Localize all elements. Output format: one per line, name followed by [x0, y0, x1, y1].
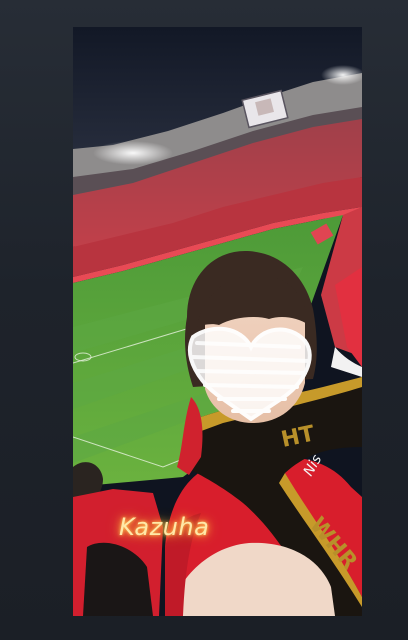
floodlight-left	[93, 141, 173, 165]
story-photo: Nis HT WHR	[73, 27, 362, 616]
story-viewer: Nis HT WHR Kazuha	[0, 0, 408, 640]
story-caption: Kazuha	[119, 513, 210, 541]
story-card[interactable]: Nis HT WHR Kazuha	[73, 27, 362, 616]
